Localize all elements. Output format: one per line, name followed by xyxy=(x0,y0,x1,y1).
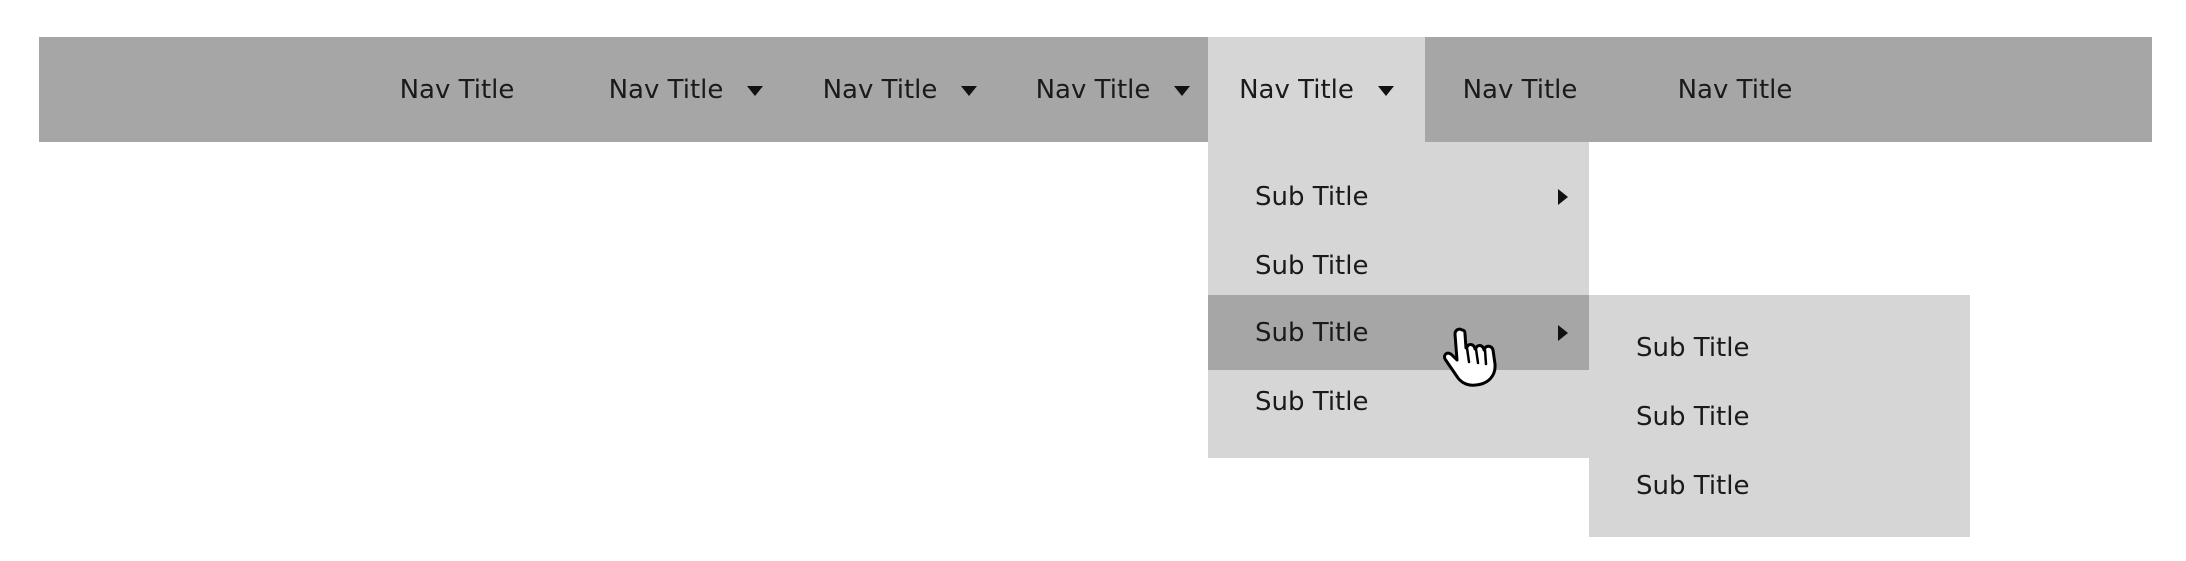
dropdown-menu: Sub Title Sub Title Sub Title Sub Title xyxy=(1208,142,1589,458)
dropdown-item-label: Sub Title xyxy=(1255,317,1369,348)
nav-item-label: Nav Title xyxy=(1239,74,1354,105)
dropdown-item-2[interactable]: Sub Title xyxy=(1208,237,1589,295)
submenu: Sub Title Sub Title Sub Title xyxy=(1589,295,1970,537)
dropdown-item-label: Sub Title xyxy=(1255,182,1369,212)
nav-item-label: Nav Title xyxy=(608,74,724,105)
dropdown-item-4[interactable]: Sub Title xyxy=(1208,373,1589,431)
submenu-item-label: Sub Title xyxy=(1636,333,1750,363)
nav-item-4[interactable]: Nav Title xyxy=(1008,37,1218,142)
caret-down-icon xyxy=(1377,86,1394,96)
page: Nav Title Nav Title Nav Title Nav Title … xyxy=(0,0,2186,561)
dropdown-item-3-hovered[interactable]: Sub Title xyxy=(1208,295,1589,370)
submenu-item-label: Sub Title xyxy=(1636,402,1750,432)
nav-item-3[interactable]: Nav Title xyxy=(795,37,1005,142)
caret-down-icon xyxy=(961,86,978,96)
caret-right-icon xyxy=(1558,324,1568,341)
nav-item-7[interactable]: Nav Title xyxy=(1645,37,1825,142)
dropdown-item-1[interactable]: Sub Title xyxy=(1208,168,1589,226)
nav-item-2[interactable]: Nav Title xyxy=(581,37,791,142)
dropdown-item-label: Sub Title xyxy=(1255,387,1369,417)
nav-item-5-active[interactable]: Nav Title xyxy=(1208,37,1425,142)
nav-item-label: Nav Title xyxy=(1677,74,1793,105)
nav-item-6[interactable]: Nav Title xyxy=(1425,37,1615,142)
nav-item-1[interactable]: Nav Title xyxy=(367,37,547,142)
submenu-item-1[interactable]: Sub Title xyxy=(1589,319,1970,377)
caret-down-icon xyxy=(747,86,764,96)
dropdown-item-label: Sub Title xyxy=(1255,251,1369,281)
nav-item-label: Nav Title xyxy=(1462,74,1578,105)
submenu-item-2[interactable]: Sub Title xyxy=(1589,388,1970,446)
caret-down-icon xyxy=(1174,86,1191,96)
submenu-item-3[interactable]: Sub Title xyxy=(1589,457,1970,515)
submenu-item-label: Sub Title xyxy=(1636,471,1750,501)
nav-item-label: Nav Title xyxy=(399,74,515,105)
nav-item-label: Nav Title xyxy=(1035,74,1151,105)
nav-item-label: Nav Title xyxy=(822,74,938,105)
caret-right-icon xyxy=(1558,189,1568,205)
